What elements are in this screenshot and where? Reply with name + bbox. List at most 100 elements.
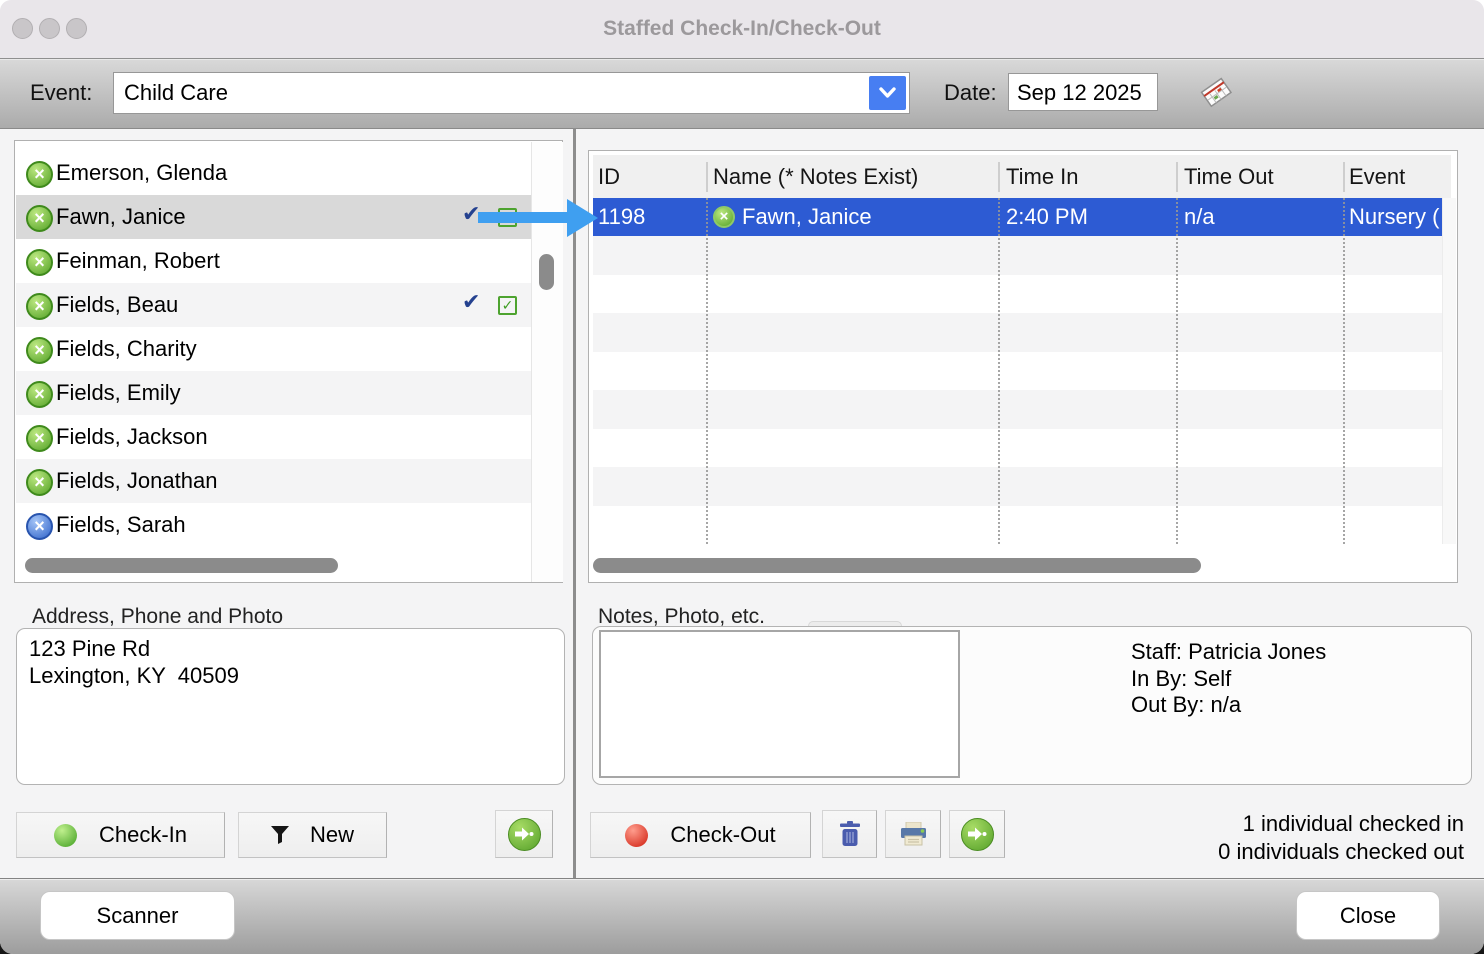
table-row-empty[interactable] xyxy=(593,467,1442,505)
table-header: ID Name (* Notes Exist) Time In Time Out… xyxy=(593,155,1451,199)
event-label: Event: xyxy=(30,80,92,106)
person-name: Fields, Emily xyxy=(56,371,181,415)
table-row-selected[interactable]: 1198 × Fawn, Janice 2:40 PM n/a Nursery … xyxy=(593,198,1442,236)
checked-out-count: 0 individuals checked out xyxy=(1064,838,1464,866)
list-item[interactable]: × Feinman, Robert xyxy=(16,239,531,283)
red-dot-icon xyxy=(625,824,648,847)
chevron-down-icon[interactable] xyxy=(869,76,906,110)
staff-info: Staff: Patricia Jones In By: Self Out By… xyxy=(1131,639,1326,719)
horizontal-scrollbar-thumb[interactable] xyxy=(593,558,1201,573)
link-arrow xyxy=(478,212,570,223)
staff-line: Staff: Patricia Jones xyxy=(1131,639,1326,666)
column-header-time-out[interactable]: Time Out xyxy=(1184,155,1274,198)
green-arrow-right-icon xyxy=(961,818,994,851)
cell-time-out: n/a xyxy=(1184,198,1215,236)
address-section-label: Address, Phone and Photo xyxy=(32,605,283,629)
green-x-icon: × xyxy=(26,249,53,276)
cell-event: Nursery ( xyxy=(1349,198,1439,236)
column-divider xyxy=(998,162,1000,192)
column-header-name[interactable]: Name (* Notes Exist) xyxy=(713,155,918,198)
table-row-empty[interactable] xyxy=(593,506,1442,544)
date-input[interactable]: Sep 12 2025 xyxy=(1008,73,1158,111)
green-x-icon: × xyxy=(26,205,53,232)
green-x-icon: × xyxy=(26,425,53,452)
table-row-empty[interactable] xyxy=(593,275,1442,313)
table-row-empty[interactable] xyxy=(593,390,1442,428)
list-item[interactable]: × Fields, Charity xyxy=(16,327,531,371)
list-item[interactable]: × Fields, Emily xyxy=(16,371,531,415)
address-text: 123 Pine Rd Lexington, KY 40509 xyxy=(29,635,239,689)
print-button[interactable] xyxy=(885,810,941,858)
column-header-event[interactable]: Event xyxy=(1349,155,1405,198)
printer-icon xyxy=(900,822,927,847)
table-body: 1198 × Fawn, Janice 2:40 PM n/a Nursery … xyxy=(593,198,1442,544)
trash-icon xyxy=(839,821,861,847)
table-row-empty[interactable] xyxy=(593,429,1442,467)
check-out-label: Check-Out xyxy=(670,822,775,848)
list-item[interactable]: × Fields, Jackson xyxy=(16,415,531,459)
attendance-table: ID Name (* Notes Exist) Time In Time Out… xyxy=(588,150,1458,583)
check-out-button[interactable]: Check-Out xyxy=(590,812,811,858)
notes-group-box: Staff: Patricia Jones In By: Self Out By… xyxy=(592,626,1472,785)
green-checkbox-checked-icon[interactable]: ✓ xyxy=(498,296,517,315)
green-x-icon: × xyxy=(26,381,53,408)
notes-input[interactable] xyxy=(599,630,960,778)
status-counts: 1 individual checked in 0 individuals ch… xyxy=(1064,810,1464,865)
person-name: Fields, Jackson xyxy=(56,415,208,459)
green-arrow-right-icon xyxy=(508,818,541,851)
title-bar: Staffed Check-In/Check-Out xyxy=(0,0,1484,59)
column-divider-dotted xyxy=(1343,198,1345,544)
cell-time-in: 2:40 PM xyxy=(1006,198,1088,236)
move-to-checked-out-button[interactable] xyxy=(949,810,1005,858)
date-label: Date: xyxy=(944,80,997,106)
move-to-checked-in-button[interactable] xyxy=(495,810,553,858)
column-header-id[interactable]: ID xyxy=(598,155,620,198)
event-select[interactable]: Child Care xyxy=(113,72,910,114)
person-name: Fields, Sarah xyxy=(56,503,186,547)
vertical-scrollbar-thumb[interactable] xyxy=(539,254,554,290)
vertical-scrollbar-track[interactable] xyxy=(531,142,563,582)
navy-check-icon: ✔ xyxy=(462,290,480,315)
roster-list: × Emerson, Glenda × Fawn, Janice ✔ × Fei… xyxy=(14,140,563,583)
list-item[interactable]: × Fields, Beau ✔ ✓ xyxy=(16,283,531,327)
column-divider xyxy=(706,162,708,192)
green-x-icon: × xyxy=(26,293,53,320)
window-title: Staffed Check-In/Check-Out xyxy=(0,0,1484,58)
staffed-checkin-window: Staffed Check-In/Check-Out Event: Child … xyxy=(0,0,1484,954)
event-toolbar: Event: Child Care Date: Sep 12 2025 xyxy=(0,59,1484,129)
table-row-empty[interactable] xyxy=(593,313,1442,351)
vertical-scrollbar-track[interactable] xyxy=(1442,198,1456,544)
scanner-button[interactable]: Scanner xyxy=(40,891,235,940)
horizontal-scrollbar-thumb[interactable] xyxy=(25,558,338,573)
link-arrow-head xyxy=(567,199,598,237)
column-divider xyxy=(1343,162,1345,192)
green-x-icon: × xyxy=(713,206,735,228)
person-name: Fawn, Janice xyxy=(56,195,186,239)
close-button[interactable]: Close xyxy=(1296,891,1440,940)
column-divider xyxy=(1176,162,1178,192)
column-divider-dotted xyxy=(998,198,1000,544)
event-selected-value: Child Care xyxy=(124,73,228,113)
cell-id: 1198 xyxy=(598,198,645,236)
check-in-button[interactable]: Check-In xyxy=(16,812,225,858)
out-by-line: Out By: n/a xyxy=(1131,692,1326,719)
column-header-time-in[interactable]: Time In xyxy=(1006,155,1079,198)
column-divider-dotted xyxy=(1176,198,1178,544)
list-item[interactable]: × Fields, Sarah xyxy=(16,503,531,547)
table-row-empty[interactable] xyxy=(593,352,1442,390)
checked-in-count: 1 individual checked in xyxy=(1064,810,1464,838)
filter-icon xyxy=(271,826,290,845)
list-item[interactable]: × Fields, Jonathan xyxy=(16,459,531,503)
delete-button[interactable] xyxy=(822,810,877,858)
person-name: Fields, Jonathan xyxy=(56,459,217,503)
person-name: Emerson, Glenda xyxy=(56,151,227,195)
new-label: New xyxy=(310,822,354,848)
green-x-icon: × xyxy=(26,161,53,188)
green-x-icon: × xyxy=(26,469,53,496)
new-button[interactable]: New xyxy=(238,812,387,858)
table-row-empty[interactable] xyxy=(593,236,1442,274)
green-dot-icon xyxy=(54,824,77,847)
list-item-selected[interactable]: × Fawn, Janice ✔ xyxy=(16,195,531,239)
list-item[interactable]: × Emerson, Glenda xyxy=(16,151,531,195)
calendar-icon[interactable] xyxy=(1198,76,1234,108)
